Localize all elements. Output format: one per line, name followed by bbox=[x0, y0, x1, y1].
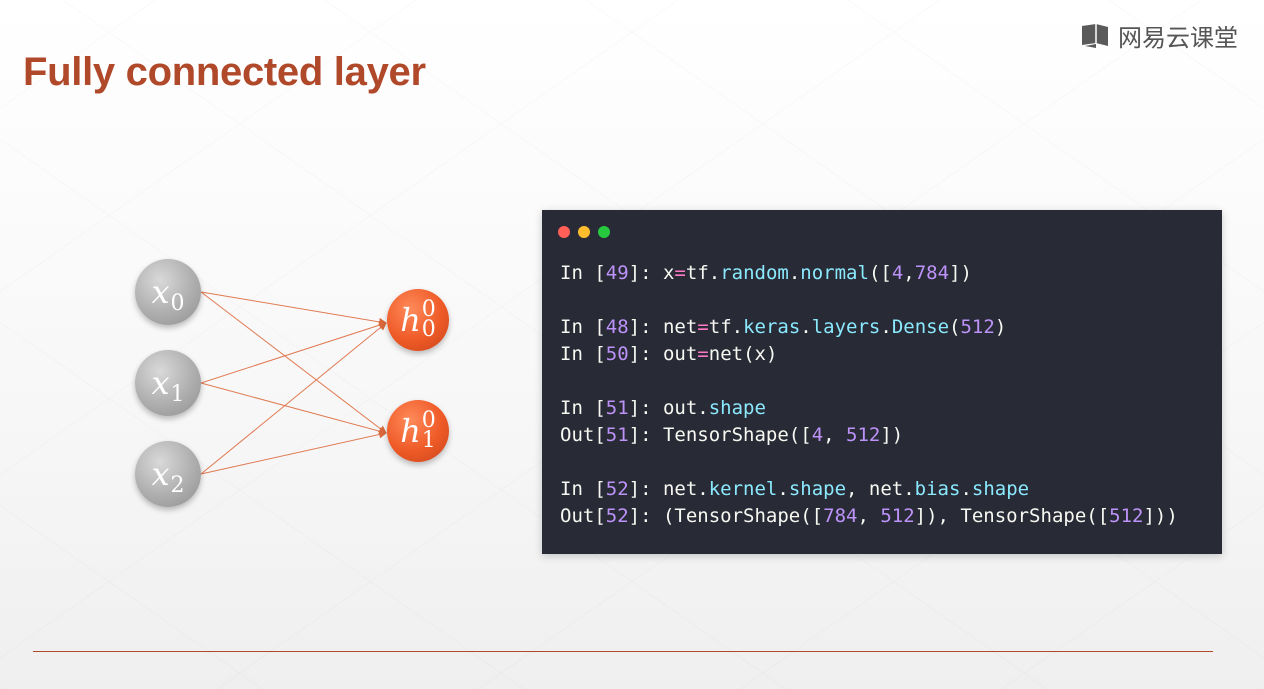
window-controls bbox=[558, 226, 610, 238]
code-token: random bbox=[720, 262, 789, 284]
code-token: ]) bbox=[949, 262, 972, 284]
code-line: In [51]: out.shape bbox=[560, 395, 1178, 422]
code-token: , bbox=[903, 262, 915, 284]
minimize-dot-icon[interactable] bbox=[578, 226, 590, 238]
book-icon bbox=[1082, 23, 1108, 48]
maximize-dot-icon[interactable] bbox=[598, 226, 610, 238]
code-token: ]: TensorShape([ bbox=[628, 424, 812, 446]
edge-x1-h0 bbox=[200, 321, 387, 384]
brand-name: 网易云课堂 bbox=[1118, 24, 1238, 52]
code-token: In [ bbox=[560, 343, 606, 365]
code-token: ]), TensorShape([ bbox=[914, 505, 1110, 527]
code-token: ([ bbox=[868, 262, 892, 284]
code-token: 52 bbox=[605, 505, 629, 527]
code-token: . bbox=[788, 262, 801, 284]
code-token: ]: out bbox=[628, 343, 698, 365]
edge-x0-h0 bbox=[200, 291, 387, 326]
code-token: 784 bbox=[914, 262, 950, 284]
brand-logo: 网易云课堂 bbox=[1080, 18, 1238, 53]
code-token: In [ bbox=[560, 262, 606, 284]
code-token: 50 bbox=[605, 343, 629, 365]
code-token: normal bbox=[800, 262, 869, 284]
code-token: = bbox=[697, 316, 709, 338]
code-token: ]: out. bbox=[628, 397, 709, 419]
input-node-x2: x2 bbox=[135, 441, 201, 507]
code-token: In [ bbox=[560, 316, 606, 338]
code-token: . bbox=[960, 478, 972, 500]
code-token: shape bbox=[971, 478, 1030, 500]
footer-divider bbox=[33, 651, 1213, 652]
input-node-x0: x0 bbox=[135, 259, 201, 325]
code-token: . bbox=[800, 316, 812, 338]
code-output: In [49]: x=tf.random.normal([4,784]) In … bbox=[560, 260, 1178, 530]
code-token: tf. bbox=[708, 316, 744, 338]
code-token: net(x) bbox=[708, 343, 778, 365]
code-line: In [49]: x=tf.random.normal([4,784]) bbox=[560, 260, 1178, 287]
code-line: Out[51]: TensorShape([4, 512]) bbox=[560, 422, 1178, 449]
code-token: ) bbox=[994, 316, 1007, 338]
output-node-h1: h 01 bbox=[387, 400, 449, 462]
code-token: = bbox=[697, 343, 709, 365]
code-token: 49 bbox=[605, 262, 629, 284]
code-token: 512 bbox=[846, 424, 881, 446]
code-token: ]) bbox=[880, 424, 904, 446]
code-token: ]: x bbox=[628, 262, 675, 284]
code-token: . bbox=[880, 316, 892, 338]
code-token: shape bbox=[708, 397, 766, 419]
code-token: 51 bbox=[605, 397, 629, 419]
code-terminal-window: In [49]: x=tf.random.normal([4,784]) In … bbox=[542, 210, 1222, 554]
code-token: ]: (TensorShape([ bbox=[628, 505, 824, 527]
code-token: . bbox=[777, 478, 789, 500]
code-token: 4 bbox=[811, 424, 824, 446]
code-token: 48 bbox=[605, 316, 629, 338]
code-token: ])) bbox=[1143, 505, 1178, 527]
code-token: ]: net. bbox=[628, 478, 709, 500]
code-token: In [ bbox=[560, 397, 606, 419]
code-token: kernel bbox=[708, 478, 778, 500]
code-token: Out[ bbox=[560, 424, 606, 446]
code-line: In [52]: net.kernel.shape, net.bias.shap… bbox=[560, 476, 1178, 503]
code-token: 512 bbox=[1109, 505, 1144, 527]
code-token: ]: net bbox=[628, 316, 698, 338]
code-token: , bbox=[823, 424, 847, 446]
edge-x0-h1 bbox=[200, 291, 387, 434]
code-token: 512 bbox=[960, 316, 995, 338]
code-token: bias bbox=[914, 478, 961, 500]
close-dot-icon[interactable] bbox=[558, 226, 570, 238]
code-line: Out[52]: (TensorShape([784, 512]), Tenso… bbox=[560, 503, 1178, 530]
code-token: 52 bbox=[605, 478, 629, 500]
code-token: ( bbox=[949, 316, 961, 338]
code-token: layers bbox=[811, 316, 881, 338]
code-token: , bbox=[857, 505, 881, 527]
code-token: 4 bbox=[891, 262, 904, 284]
code-line: In [48]: net=tf.keras.layers.Dense(512) bbox=[560, 314, 1178, 341]
code-token: tf. bbox=[685, 262, 721, 284]
code-token: 784 bbox=[823, 505, 858, 527]
code-token: In [ bbox=[560, 478, 606, 500]
code-token: Dense bbox=[891, 316, 950, 338]
edge-x2-h0 bbox=[200, 322, 387, 475]
edge-x2-h1 bbox=[200, 430, 387, 475]
network-diagram: x0 x1 x2 h 00 h 01 bbox=[100, 240, 480, 530]
code-token: = bbox=[674, 262, 686, 284]
code-token: shape bbox=[788, 478, 847, 500]
code-token: , net. bbox=[846, 478, 915, 500]
output-node-h0: h 00 bbox=[387, 289, 449, 351]
slide-title: Fully connected layer bbox=[23, 50, 426, 94]
code-token: Out[ bbox=[560, 505, 606, 527]
edge-x1-h1 bbox=[200, 382, 387, 436]
code-line: In [50]: out=net(x) bbox=[560, 341, 1178, 368]
code-token: 51 bbox=[605, 424, 629, 446]
input-node-x1: x1 bbox=[135, 350, 201, 416]
code-token: 512 bbox=[880, 505, 915, 527]
code-token: keras bbox=[743, 316, 801, 338]
